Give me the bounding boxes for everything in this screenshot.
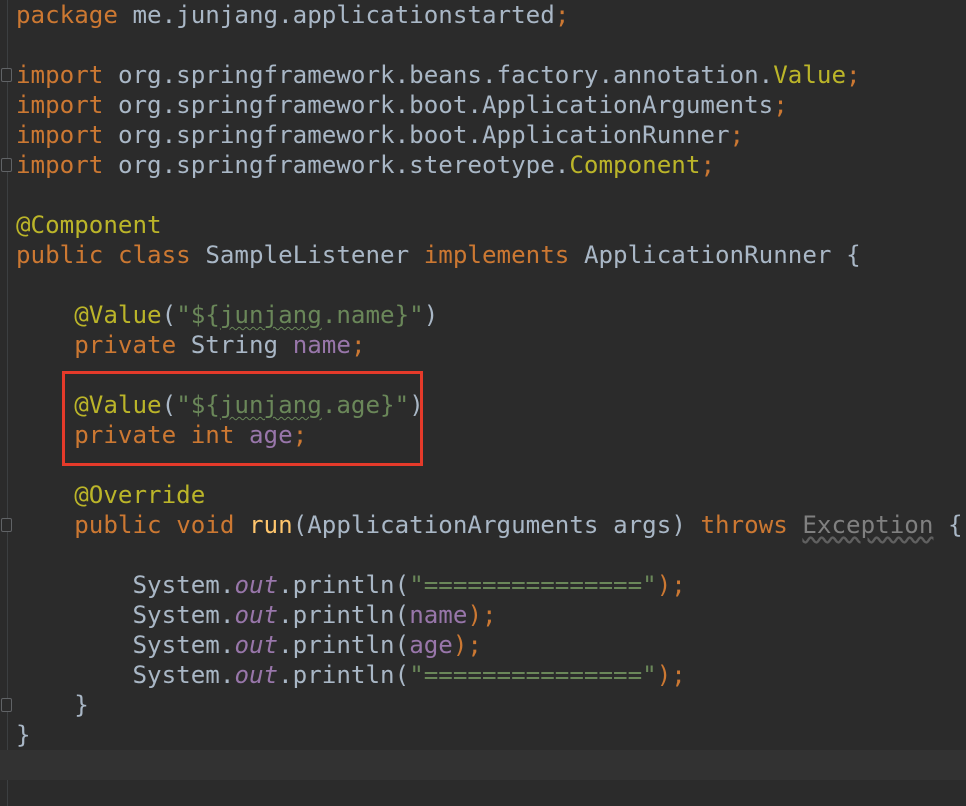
code-line-println-separator: System.out.println("==============="); bbox=[132, 661, 686, 689]
code-line-method-signature: public void run(ApplicationArguments arg… bbox=[74, 511, 963, 539]
code-editor[interactable]: package me.junjang.applicationstarted; i… bbox=[0, 0, 966, 806]
fold-end-icon[interactable] bbox=[1, 698, 12, 712]
current-line-highlight bbox=[0, 750, 966, 780]
code-line-import-runner: import org.springframework.boot.Applicat… bbox=[16, 121, 745, 149]
fold-start-icon[interactable] bbox=[1, 68, 12, 82]
code-line-method-close: } bbox=[74, 691, 89, 719]
code-line-println-name: System.out.println(name); bbox=[132, 601, 497, 629]
code-line-println-age: System.out.println(age); bbox=[132, 631, 483, 659]
code-line-package: package me.junjang.applicationstarted; bbox=[16, 1, 570, 29]
highlight-annotation-box bbox=[62, 371, 423, 466]
code-line-import-value: import org.springframework.beans.factory… bbox=[16, 61, 861, 89]
code-line-import-args: import org.springframework.boot.Applicat… bbox=[16, 91, 788, 119]
code-line-field-name: private String name; bbox=[74, 331, 366, 359]
fold-start-icon[interactable] bbox=[1, 518, 12, 532]
code-line-value-name: @Value("${junjang.name}") bbox=[74, 301, 439, 329]
code-line-class-close: } bbox=[16, 721, 31, 749]
fold-end-icon[interactable] bbox=[1, 158, 12, 172]
code-line-override-annotation: @Override bbox=[74, 481, 206, 509]
code-line-class-declaration: public class SampleListener implements A… bbox=[16, 241, 861, 269]
code-line-component-annotation: @Component bbox=[16, 211, 162, 239]
gutter bbox=[7, 0, 8, 806]
code-line-import-component: import org.springframework.stereotype.Co… bbox=[16, 151, 715, 179]
code-line-println-separator: System.out.println("==============="); bbox=[132, 571, 686, 599]
